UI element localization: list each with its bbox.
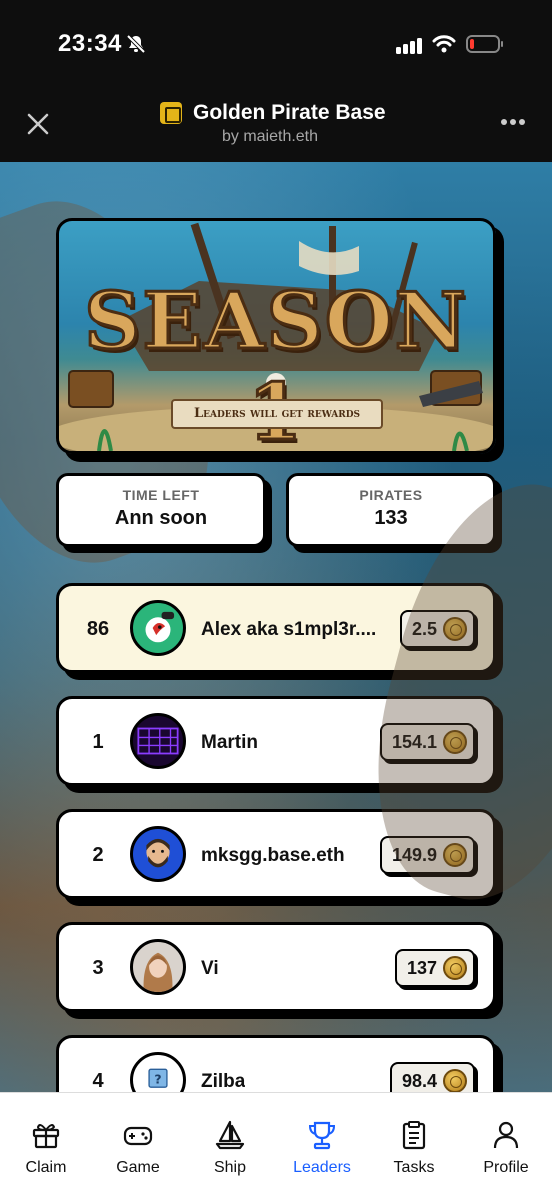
gamepad-icon: [123, 1126, 153, 1146]
bell-off-icon: [126, 34, 146, 54]
nav-profile[interactable]: Profile: [460, 1119, 552, 1177]
rank-number: 3: [92, 957, 104, 979]
battery-icon: [466, 35, 503, 53]
player-name: Martin: [201, 732, 258, 753]
gift-icon: [32, 1124, 60, 1149]
coin-icon: [443, 843, 467, 867]
time-left-label: TIME LEFT: [122, 487, 200, 503]
app-title: Golden Pirate Base: [193, 101, 386, 124]
score-badge: 98.4: [389, 1062, 475, 1092]
score-value: 154.1: [391, 731, 437, 752]
sailboat-icon: [215, 1120, 245, 1150]
player-name: Zilba: [201, 1071, 246, 1092]
score-value: 2.5: [411, 618, 437, 639]
purple-grid-avatar: [130, 713, 186, 769]
coin-icon: [443, 617, 467, 641]
person-icon: [493, 1121, 519, 1149]
clipboard-icon: [402, 1121, 426, 1150]
nav-leaders[interactable]: Leaders: [276, 1119, 368, 1177]
nav-label: Leaders: [293, 1159, 351, 1176]
rank-number: 4: [92, 1070, 104, 1092]
player-name: mksgg.base.eth: [201, 845, 345, 866]
nav-tasks[interactable]: Tasks: [368, 1119, 460, 1177]
status-time: 23:34: [58, 30, 122, 57]
leaders-content: SEASON 1 Leaders will get rewards TIME L…: [0, 162, 552, 1092]
app-header: Golden Pirate Base by maieth.eth: [0, 90, 552, 162]
nav-label: Ship: [213, 1159, 247, 1176]
coin-icon: [443, 956, 467, 980]
rank-number: 1: [92, 731, 104, 753]
woman-photo-avatar: [130, 939, 186, 995]
score-value: 149.9: [391, 844, 437, 865]
time-left-value: Ann soon: [114, 507, 208, 529]
bearded-man-avatar: [130, 826, 186, 882]
leaderboard-row[interactable]: 3 Vi 137: [56, 922, 496, 1012]
more-options-button[interactable]: [500, 118, 526, 126]
season-banner: SEASON 1 Leaders will get rewards: [56, 218, 496, 454]
nav-claim[interactable]: Claim: [0, 1119, 92, 1177]
coin-icon: [443, 1069, 467, 1092]
nav-label: Claim: [25, 1159, 67, 1176]
score-badge: 149.9: [379, 836, 475, 874]
pirates-card: PIRATES 133: [286, 473, 496, 547]
nav-label: Tasks: [393, 1159, 435, 1176]
pirates-label: PIRATES: [359, 487, 423, 503]
score-value: 137: [406, 957, 437, 978]
app-subtitle: by maieth.eth: [221, 128, 319, 145]
question-mark-avatar: ?: [130, 1052, 186, 1092]
rank-number: 2: [92, 844, 104, 866]
leaderboard-row[interactable]: 2 mksgg.base.eth 149.9: [56, 809, 496, 899]
parrot-avatar: [130, 600, 186, 656]
nav-game[interactable]: Game: [92, 1119, 184, 1177]
rewards-ribbon: Leaders will get rewards: [171, 399, 383, 429]
coin-icon: [443, 730, 467, 754]
leaderboard-row-current-user[interactable]: 86 Alex aka s1mpl3r.... 2.5: [56, 583, 496, 673]
time-left-card: TIME LEFT Ann soon: [56, 473, 266, 547]
rank-number: 86: [86, 618, 110, 640]
wifi-icon: [432, 35, 456, 53]
status-bar: 23:34: [0, 0, 552, 90]
player-name: Alex aka s1mpl3r....: [201, 619, 377, 640]
leaderboard-row[interactable]: 1 Martin 154.1: [56, 696, 496, 786]
nav-label: Game: [116, 1159, 160, 1176]
score-value: 98.4: [401, 1070, 437, 1091]
pirates-value: 133: [374, 507, 408, 529]
leaderboard-row[interactable]: 4 ? Zilba 98.4: [56, 1035, 496, 1092]
nav-label: Profile: [483, 1159, 529, 1176]
player-name: Vi: [201, 958, 219, 979]
svg-text:?: ?: [154, 1072, 161, 1087]
signal-icon: [396, 38, 422, 54]
trophy-icon: [308, 1121, 336, 1150]
score-badge: 154.1: [379, 723, 475, 761]
app-logo: [160, 102, 182, 124]
score-badge: 137: [394, 949, 475, 987]
bottom-nav: Claim Game Ship Leaders Tasks Profile: [0, 1092, 552, 1200]
score-badge: 2.5: [399, 610, 475, 648]
nav-ship[interactable]: Ship: [184, 1119, 276, 1177]
